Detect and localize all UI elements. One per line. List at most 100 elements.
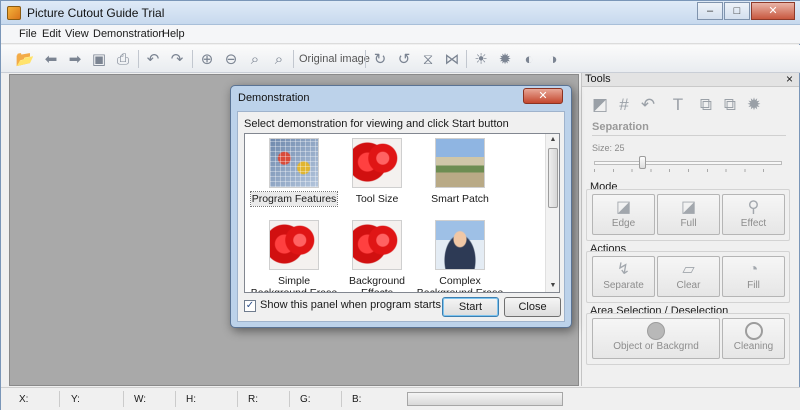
- size-slider-thumb[interactable]: [638, 156, 646, 169]
- show-panel-checkbox-label[interactable]: Show this panel when program starts: [260, 299, 441, 311]
- menu-view[interactable]: View: [65, 28, 89, 40]
- flip-vertical-icon[interactable]: ⧖: [418, 49, 438, 69]
- dialog-close-icon[interactable]: ✕: [523, 88, 563, 104]
- demo-thumbnail: [352, 138, 402, 188]
- save-icon[interactable]: ▣: [89, 49, 109, 69]
- layers-icon[interactable]: ⧉: [720, 95, 740, 115]
- scroll-down-icon[interactable]: ▼: [546, 280, 559, 292]
- size-label: Size: 25: [592, 143, 625, 153]
- demonstration-dialog: Demonstration ✕ Select demonstration for…: [230, 85, 572, 328]
- status-progress-bar: [407, 392, 563, 406]
- full-icon: ◪: [680, 199, 697, 216]
- settings-gear-icon[interactable]: ✹: [495, 49, 515, 69]
- zoom-out-icon[interactable]: ⊖: [221, 49, 241, 69]
- status-y: Y:: [71, 394, 80, 405]
- mode-full-button[interactable]: ◪ Full: [657, 194, 720, 235]
- empty-circle-icon: [744, 322, 763, 340]
- demo-thumbnail: [269, 220, 319, 270]
- clear-button[interactable]: ▱ Clear: [657, 256, 720, 297]
- zoom-fit-icon[interactable]: ⌕: [245, 49, 265, 69]
- demo-item-background-effects[interactable]: Background Effects: [332, 220, 422, 292]
- menu-bar: File Edit View Demonstration Help: [1, 25, 800, 44]
- status-x: X:: [19, 394, 29, 405]
- zoom-in-icon[interactable]: ⊕: [197, 49, 217, 69]
- eraser-icon: ▱: [682, 261, 695, 278]
- status-g: G:: [300, 394, 311, 405]
- open-icon[interactable]: 📂: [15, 49, 35, 69]
- select-area-icon[interactable]: ◩: [590, 95, 610, 115]
- forward-arrow-icon[interactable]: ➡: [65, 49, 85, 69]
- print-icon[interactable]: ⎙: [113, 49, 133, 69]
- maximize-button[interactable]: □: [724, 2, 750, 20]
- filled-circle-icon: [647, 322, 665, 340]
- import-icon[interactable]: ⧉: [696, 95, 716, 115]
- demo-item-program-features[interactable]: Program Features: [249, 138, 339, 207]
- cleaning-button[interactable]: Cleaning: [722, 318, 785, 359]
- tools-panel-header: Tools ×: [582, 73, 799, 87]
- show-panel-checkbox[interactable]: ✓: [244, 300, 256, 312]
- title-bar[interactable]: Picture Cutout Guide Trial – □ ✕: [1, 1, 800, 25]
- minimize-button[interactable]: –: [697, 2, 723, 20]
- fill-button[interactable]: ◔ Fill: [722, 256, 785, 297]
- tools-panel: Tools × ◩ # ↶ T ⧉ ⧉ ✹ Separation Size: 2…: [581, 73, 799, 386]
- demo-item-tool-size[interactable]: Tool Size: [332, 138, 422, 205]
- undo-tool-icon[interactable]: ↶: [638, 95, 658, 115]
- demo-item-complex-background-erase[interactable]: Complex Background Erase: [415, 220, 505, 292]
- object-or-background-button[interactable]: Object or Backgrnd: [592, 318, 720, 359]
- menu-file[interactable]: File: [19, 28, 37, 40]
- mode-edge-button[interactable]: ◪ Edge: [592, 194, 655, 235]
- back-arrow-icon[interactable]: ⬅: [41, 49, 61, 69]
- original-image-button[interactable]: Original image: [299, 53, 370, 65]
- status-h: H:: [186, 394, 196, 405]
- menu-help[interactable]: Help: [162, 28, 185, 40]
- demo-item-smart-patch[interactable]: Smart Patch: [415, 138, 505, 205]
- effect-icon: ⚲: [747, 199, 760, 216]
- demo-list[interactable]: Program Features Tool Size Smart Patch S…: [244, 133, 560, 293]
- demo-thumbnail: [269, 138, 319, 188]
- redo-icon[interactable]: ↷: [167, 49, 187, 69]
- menu-demonstration[interactable]: Demonstration: [93, 28, 165, 40]
- demo-item-simple-background-erase[interactable]: Simple Background Erase: [249, 220, 339, 292]
- scroll-up-icon[interactable]: ▲: [546, 134, 559, 146]
- tools-panel-title: Tools: [585, 73, 611, 85]
- separate-button[interactable]: ↯ Separate: [592, 256, 655, 297]
- saturation-icon[interactable]: ◑: [543, 49, 563, 69]
- toolbar: 📂 ⬅ ➡ ▣ ⎙ ↶ ↷ ⊕ ⊖ ⌕ ⌕ Original image ↻ ↺…: [1, 45, 800, 73]
- status-bar: X: Y: W: H: R: G: B:: [1, 387, 800, 410]
- menu-edit[interactable]: Edit: [42, 28, 61, 40]
- dialog-body: Select demonstration for viewing and cli…: [237, 111, 565, 322]
- dialog-title: Demonstration: [238, 92, 310, 104]
- separation-title: Separation: [592, 121, 649, 133]
- fill-bucket-icon: ◔: [748, 261, 759, 278]
- status-w: W:: [134, 394, 147, 405]
- rotate-ccw-icon[interactable]: ↺: [394, 49, 414, 69]
- tools-close-icon[interactable]: ×: [786, 73, 793, 86]
- grid-icon[interactable]: #: [614, 95, 634, 115]
- contrast-icon[interactable]: ◐: [519, 49, 539, 69]
- zoom-actual-icon[interactable]: ⌕: [269, 49, 289, 69]
- flip-horizontal-icon[interactable]: ⋈: [442, 49, 462, 69]
- separate-icon: ↯: [616, 261, 631, 278]
- scroll-thumb[interactable]: [548, 148, 558, 208]
- text-tool-icon[interactable]: T: [668, 95, 688, 115]
- status-r: R:: [248, 394, 258, 405]
- app-icon: [7, 6, 21, 20]
- window-close-button[interactable]: ✕: [751, 2, 795, 20]
- demo-thumbnail: [435, 138, 485, 188]
- edge-icon: ◪: [615, 199, 632, 216]
- status-b: B:: [352, 394, 362, 405]
- brightness-icon[interactable]: ☀: [471, 49, 491, 69]
- undo-icon[interactable]: ↶: [143, 49, 163, 69]
- dialog-message: Select demonstration for viewing and cli…: [244, 118, 509, 130]
- rotate-cw-icon[interactable]: ↻: [370, 49, 390, 69]
- window-title: Picture Cutout Guide Trial: [27, 6, 165, 20]
- demo-thumbnail: [435, 220, 485, 270]
- effects-gear-icon[interactable]: ✹: [744, 95, 764, 115]
- mode-effect-button[interactable]: ⚲ Effect: [722, 194, 785, 235]
- start-button[interactable]: Start: [442, 297, 499, 317]
- demo-thumbnail: [352, 220, 402, 270]
- size-slider[interactable]: [594, 156, 782, 169]
- app-window: Picture Cutout Guide Trial – □ ✕ File Ed…: [0, 0, 800, 410]
- demo-list-scrollbar[interactable]: ▲ ▼: [545, 134, 559, 292]
- dialog-close-button[interactable]: Close: [504, 297, 561, 317]
